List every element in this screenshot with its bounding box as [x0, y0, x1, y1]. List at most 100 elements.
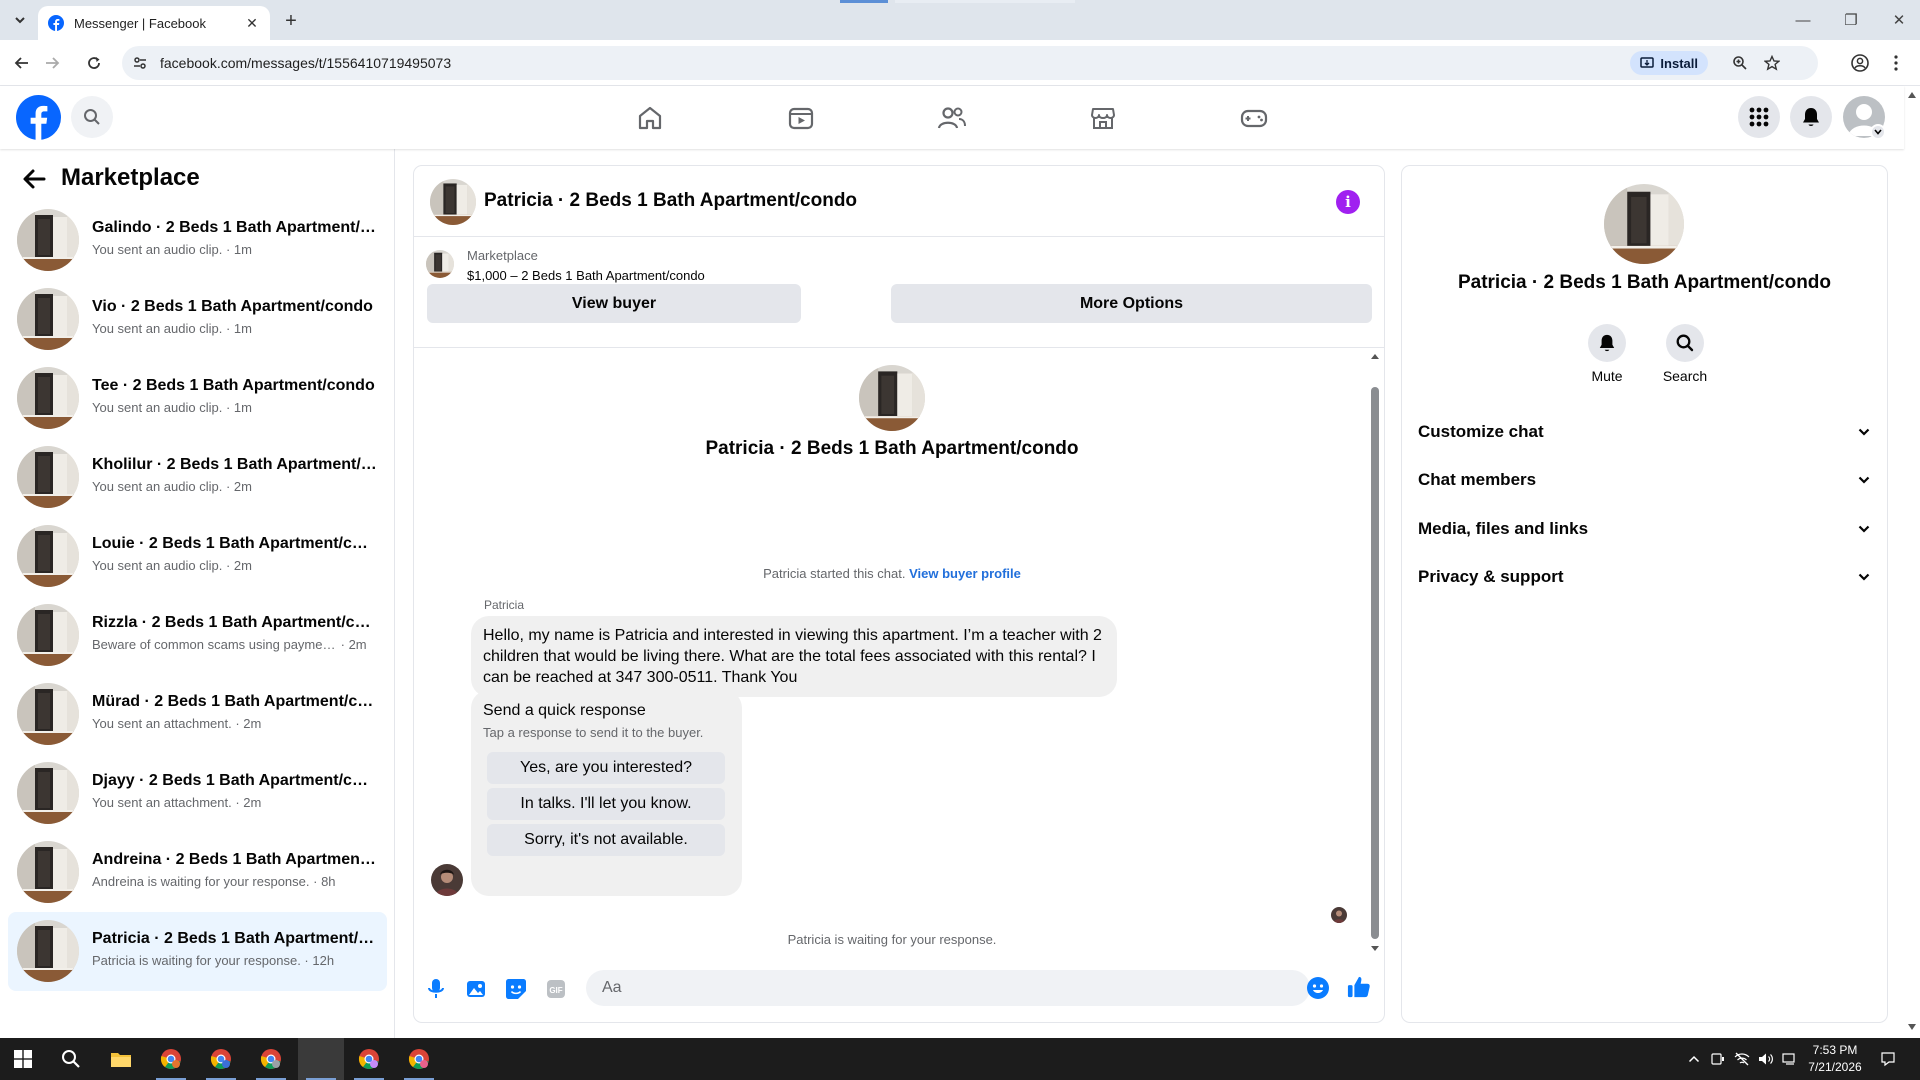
started-text: Patricia started this chat. — [763, 566, 906, 581]
close-tab-icon[interactable]: ✕ — [244, 15, 260, 31]
taskbar-chrome-2[interactable] — [198, 1038, 244, 1080]
photo-icon[interactable] — [464, 977, 488, 1001]
sidebar-title: Marketplace — [61, 164, 200, 191]
quick-response-not-available-button[interactable]: Sorry, it's not available. — [487, 824, 725, 856]
forward-button[interactable] — [40, 51, 64, 75]
restore-window-button[interactable]: ❐ — [1836, 8, 1866, 32]
conversation-item[interactable]: Rizzla · 2 Beds 1 Bath Apartment/condo Be… — [8, 596, 387, 675]
mute-button[interactable] — [1588, 324, 1626, 362]
more-options-button[interactable]: More Options — [891, 284, 1372, 323]
message-scrollbar[interactable] — [1368, 349, 1382, 955]
chat-members-row[interactable]: Chat members — [1418, 458, 1870, 502]
conversation-preview: You sent an audio clip. · 2m — [92, 558, 377, 573]
conversation-item[interactable]: Galindo · 2 Beds 1 Bath Apartment/condo Y… — [8, 201, 387, 280]
listing-thumbnail[interactable] — [426, 250, 454, 278]
nav-tab-marketplace[interactable] — [1043, 86, 1163, 149]
emoji-icon[interactable] — [1306, 976, 1330, 1000]
view-buyer-profile-link[interactable]: View buyer profile — [909, 566, 1021, 581]
customize-chat-row[interactable]: Customize chat — [1418, 410, 1870, 454]
install-icon — [1640, 56, 1655, 70]
scrollbar-thumb[interactable] — [1371, 387, 1379, 939]
marketplace-icon — [1089, 104, 1117, 132]
conversation-item[interactable]: Vio · 2 Beds 1 Bath Apartment/condo You s… — [8, 280, 387, 359]
notification-center-icon[interactable] — [1880, 1051, 1896, 1067]
mute-action[interactable]: Mute — [1572, 324, 1642, 384]
menu-button[interactable] — [1738, 96, 1780, 138]
taskbar-search-button[interactable] — [48, 1038, 94, 1080]
conversation-item[interactable]: Patricia · 2 Beds 1 Bath Apartment/condo… — [8, 912, 387, 991]
gif-icon[interactable]: GIF — [544, 977, 568, 1001]
media-files-links-row[interactable]: Media, files and links — [1418, 507, 1870, 551]
site-info-icon[interactable] — [126, 49, 154, 77]
quick-response-in-talks-button[interactable]: In talks. I'll let you know. — [487, 788, 725, 820]
close-window-button[interactable]: ✕ — [1884, 8, 1914, 32]
nav-tab-gaming[interactable] — [1194, 86, 1314, 149]
info-avatar[interactable] — [1604, 184, 1684, 264]
address-bar[interactable]: facebook.com/messages/t/1556410719495073… — [122, 46, 1818, 80]
taskbar-active-window[interactable] — [298, 1038, 344, 1080]
sender-avatar[interactable] — [431, 864, 463, 896]
reload-button[interactable] — [82, 51, 106, 75]
taskbar-chrome-5[interactable] — [396, 1038, 442, 1080]
sticker-icon[interactable] — [504, 977, 528, 1001]
taskbar-file-explorer[interactable] — [98, 1038, 144, 1080]
zoom-icon[interactable] — [1730, 53, 1750, 73]
bookmark-star-icon[interactable] — [1762, 53, 1782, 73]
tray-network-off-icon[interactable] — [1734, 1051, 1750, 1067]
tray-device-icon[interactable] — [1710, 1051, 1726, 1067]
microphone-icon[interactable] — [424, 977, 448, 1001]
preview-time: 1m — [233, 242, 252, 257]
tab-search-button[interactable] — [8, 9, 32, 31]
facebook-logo-icon[interactable] — [16, 95, 61, 140]
back-button[interactable] — [10, 51, 34, 75]
conversation-item[interactable]: Kholilur · 2 Beds 1 Bath Apartment/condo… — [8, 438, 387, 517]
preview-text: You sent an audio clip. — [92, 400, 223, 415]
tray-volume-icon[interactable] — [1758, 1051, 1774, 1067]
conversation-item[interactable]: Andreina · 2 Beds 1 Bath Apartment/condo… — [8, 833, 387, 912]
nav-tab-video[interactable] — [741, 86, 861, 149]
taskbar-clock[interactable]: 7:53 PM 7/21/2026 — [1790, 1042, 1880, 1076]
privacy-support-row[interactable]: Privacy & support — [1418, 555, 1870, 599]
gaming-icon — [1239, 104, 1269, 132]
message-bubble[interactable]: Hello, my name is Patricia and intereste… — [471, 616, 1117, 697]
chat-title[interactable]: Patricia · 2 Beds 1 Bath Apartment/condo — [484, 190, 857, 212]
message-input[interactable] — [586, 970, 1310, 1006]
conversation-item[interactable]: Mürad · 2 Beds 1 Bath Apartment/condo You… — [8, 675, 387, 754]
clock-time: 7:53 PM — [1812, 1043, 1858, 1057]
conversation-name: Andreina · 2 Beds 1 Bath Apartment/condo — [92, 851, 377, 868]
nav-tab-home[interactable] — [590, 86, 710, 149]
listing-price[interactable]: $1,000 – 2 Beds 1 Bath Apartment/condo — [467, 268, 705, 283]
search-action[interactable]: Search — [1650, 324, 1720, 384]
conversation-item[interactable]: Djayy · 2 Beds 1 Bath Apartment/condo You… — [8, 754, 387, 833]
facebook-search-button[interactable] — [71, 96, 113, 138]
taskbar-chrome-4[interactable] — [346, 1038, 392, 1080]
thumbs-up-icon[interactable] — [1347, 975, 1371, 999]
nav-tab-friends[interactable] — [892, 86, 1012, 149]
view-buyer-button[interactable]: View buyer — [427, 284, 801, 323]
conversation-item[interactable]: Tee · 2 Beds 1 Bath Apartment/condo You s… — [8, 359, 387, 438]
home-icon — [636, 104, 664, 132]
search-in-chat-button[interactable] — [1666, 324, 1704, 362]
new-tab-button[interactable]: + — [280, 10, 302, 32]
start-button[interactable] — [0, 1038, 46, 1080]
browser-tab-messenger[interactable]: Messenger | Facebook ✕ — [38, 6, 270, 40]
info-icon[interactable]: i — [1336, 190, 1360, 214]
taskbar-chrome-1[interactable] — [148, 1038, 194, 1080]
chevron-down-icon — [1858, 428, 1870, 436]
quick-response-yes-button[interactable]: Yes, are you interested? — [487, 752, 725, 784]
conversation-avatar — [17, 920, 79, 982]
arrow-left-icon — [22, 168, 46, 190]
back-button[interactable] — [18, 163, 50, 195]
page-scrollbar[interactable] — [1904, 86, 1920, 1038]
profile-button[interactable] — [1848, 51, 1872, 75]
install-app-button[interactable]: Install — [1630, 51, 1708, 75]
conversation-item[interactable]: Louie · 2 Beds 1 Bath Apartment/condo You… — [8, 517, 387, 596]
minimize-window-button[interactable]: — — [1788, 8, 1818, 32]
chat-avatar[interactable] — [430, 179, 476, 225]
taskbar-chrome-3[interactable] — [248, 1038, 294, 1080]
intro-avatar[interactable] — [859, 365, 925, 431]
tray-chevron-up-icon[interactable] — [1686, 1051, 1702, 1067]
notifications-button[interactable] — [1790, 96, 1832, 138]
browser-menu-button[interactable] — [1884, 51, 1908, 75]
account-chevron-down-icon[interactable] — [1870, 124, 1886, 140]
